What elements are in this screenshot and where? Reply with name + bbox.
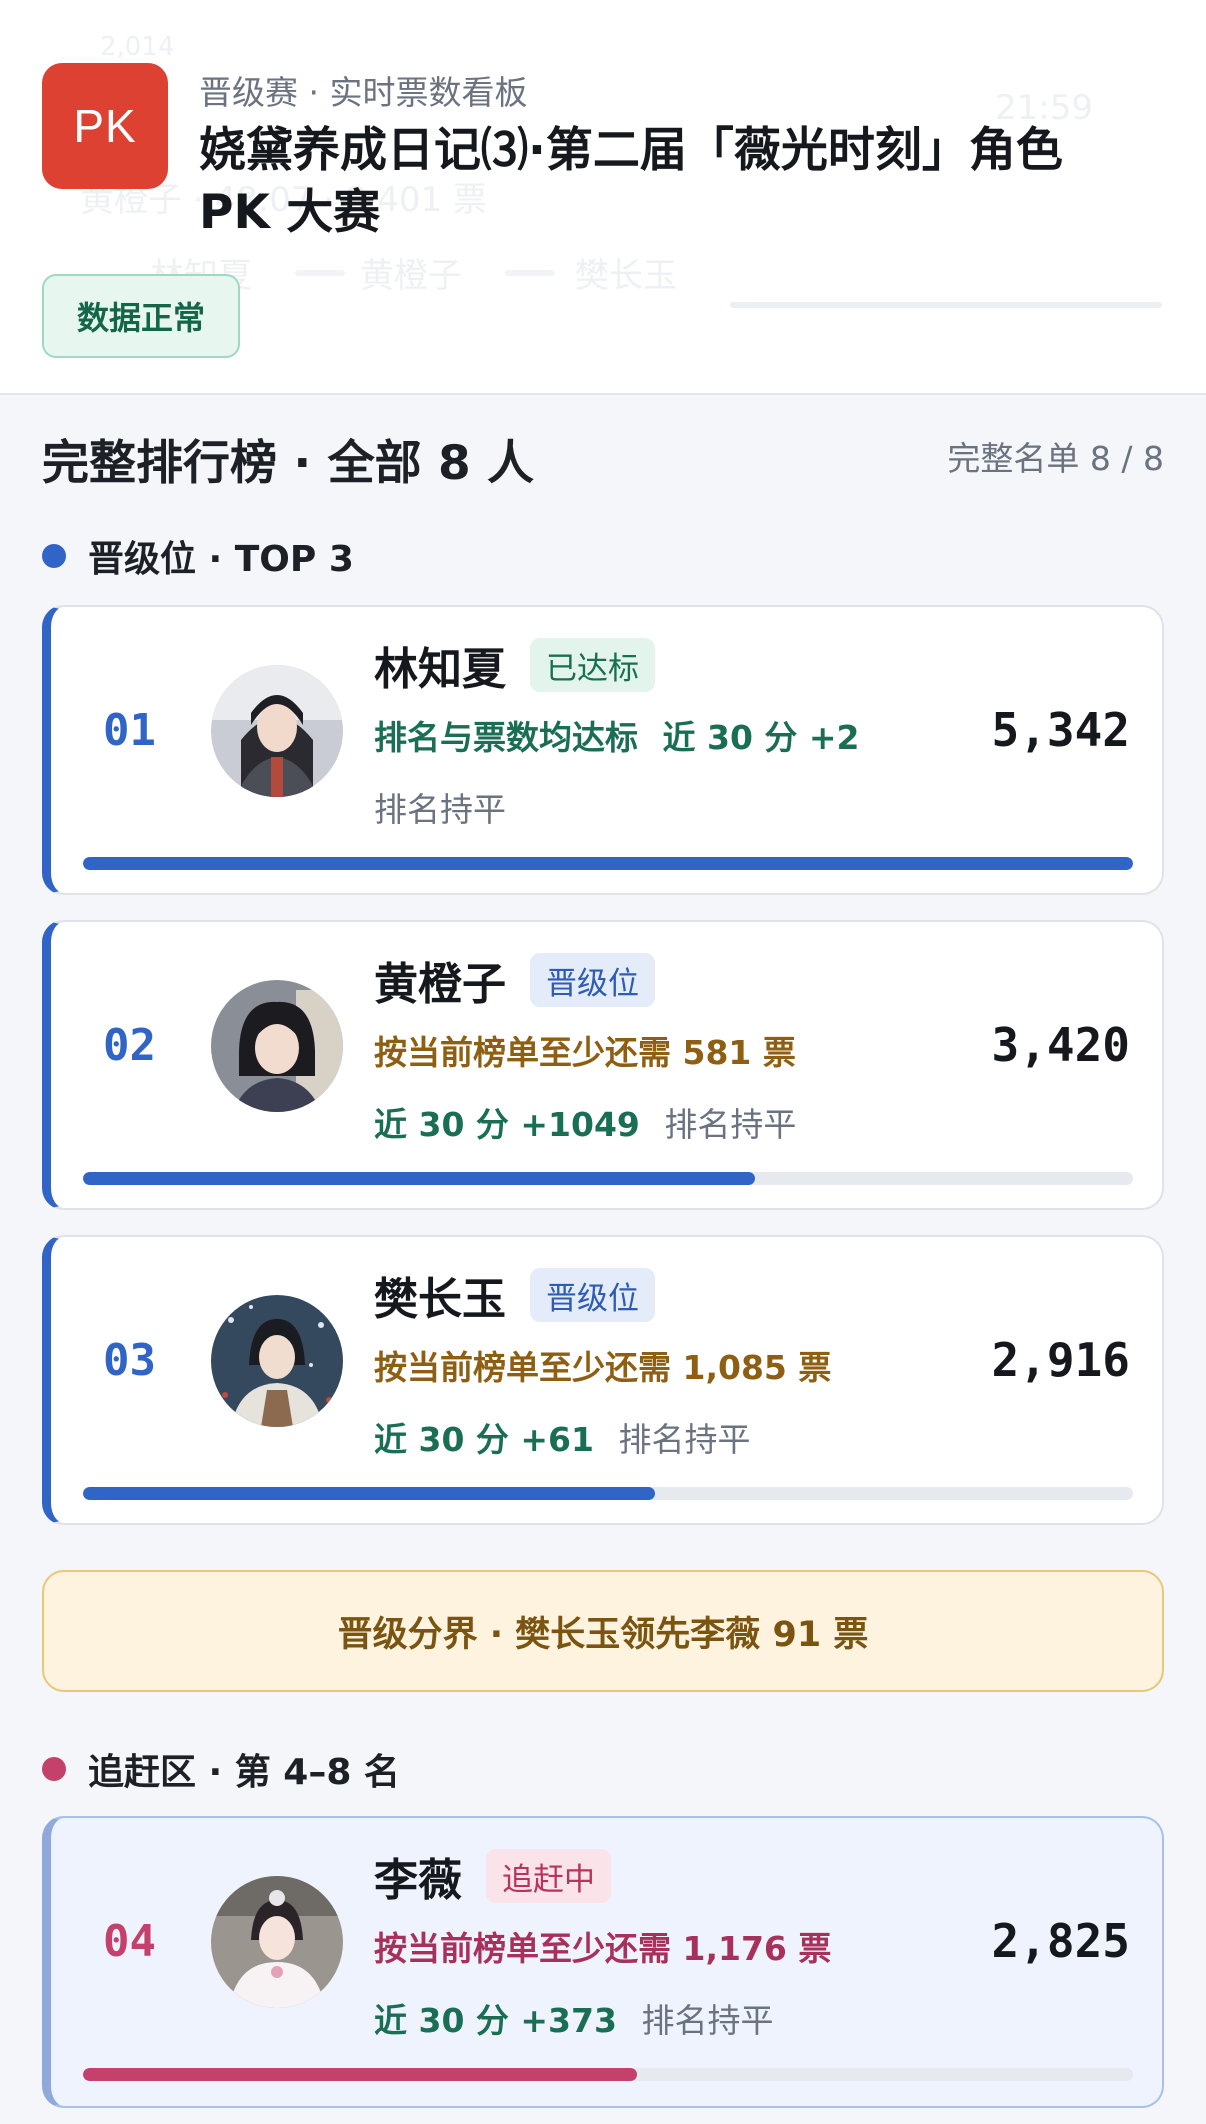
vote-count: 2,825 [991,1914,1130,1968]
rank-trend: 排名持平 [618,1420,751,1459]
vote-count: 2,916 [991,1333,1130,1387]
avatar [211,980,343,1112]
rank-number: 03 [103,1335,156,1386]
status-tag: 已达标 [530,638,655,692]
status-badge: 数据正常 [42,274,240,358]
rank-trend: 排名持平 [641,2001,774,2040]
name-row: 黄橙子 晋级位 [374,948,655,1012]
status-tag: 追赶中 [486,1849,611,1903]
vote-progress-fill [83,1172,755,1185]
app-logo: PK [42,63,168,189]
ghost-year: 2,014 [100,32,175,62]
rank-card-1[interactable]: 01 林知夏 已达标 排名与票数均达标 近 30 分 +2 排名持平 5,342 [42,605,1164,895]
page-header: 2,014 21:59 黄橙子 · 48:07 · 8,401 票 林知夏 黄橙… [0,0,1206,395]
avatar [211,1295,343,1427]
vote-count: 3,420 [991,1018,1130,1072]
vote-progress-fill [83,857,1133,870]
votes-needed: 按当前榜单至少还需 581 票 [374,1033,796,1072]
candidate-name: 李薇 [374,1855,462,1906]
recent-change: 近 30 分 +61 [374,1420,594,1459]
group-label: 晋级位 · TOP 3 [88,539,354,580]
vote-progress-bar [83,1487,1133,1500]
recent-row: 近 30 分 +1049 排名持平 [374,1098,796,1146]
recent-change: 近 30 分 +2 [662,718,860,757]
ghost-progress [730,302,1162,308]
votes-needed: 按当前榜单至少还需 1,085 票 [374,1348,832,1387]
vote-count: 5,342 [991,703,1130,757]
ghost-legend-3: 樊长玉 [575,256,677,296]
rank-number: 02 [103,1020,156,1071]
rank-trend: 排名持平 [664,1105,797,1144]
candidate-name: 樊长玉 [374,1274,506,1325]
vote-progress-fill [83,1487,656,1500]
ghost-legend-swatch [505,270,555,276]
avatar [211,665,343,797]
votes-needed: 按当前榜单至少还需 1,176 票 [374,1929,832,1968]
name-row: 李薇 追赶中 [374,1844,611,1908]
avatar [211,1876,343,2008]
ghost-legend-swatch [295,270,345,276]
candidate-name: 黄橙子 [374,959,506,1010]
rank-number: 04 [103,1916,156,1967]
progress-note: 排名与票数均达标 近 30 分 +2 [374,711,860,759]
ghost-legend-2: 黄橙子 [360,256,462,296]
recent-row: 近 30 分 +61 排名持平 [374,1413,750,1461]
recent-row: 近 30 分 +373 排名持平 [374,1994,773,2042]
dot-icon [42,544,66,568]
vote-progress-bar [83,2068,1133,2081]
status-tag: 晋级位 [530,1268,655,1322]
group-label: 追赶区 · 第 4–8 名 [88,1752,400,1793]
vote-progress-bar [83,857,1133,870]
name-row: 樊长玉 晋级位 [374,1263,655,1327]
recent-change: 近 30 分 +1049 [374,1105,640,1144]
dot-icon [42,1757,66,1781]
status-tag: 晋级位 [530,953,655,1007]
rank-trend: 排名持平 [374,790,506,829]
vote-progress-bar [83,1172,1133,1185]
group-head-chase: 追赶区 · 第 4–8 名 [42,1743,400,1795]
page-subtitle: 晋级赛 · 实时票数看板 [199,73,528,112]
rank-number: 01 [103,705,156,756]
rank-card-3[interactable]: 03 樊长玉 晋级位 按当前榜单至少还需 1,085 票 近 30 分 +61 … [42,1235,1164,1525]
rank-card-4[interactable]: 04 李薇 追赶中 按当前榜单至少还需 1,176 票 近 30 分 +373 … [42,1816,1164,2108]
status-text: 排名与票数均达标 [374,718,638,757]
advancement-boundary: 晋级分界 · 樊长玉领先李薇 91 票 [42,1570,1164,1692]
ranking-count: 完整名单 8 / 8 [947,439,1164,478]
vote-progress-fill [83,2068,638,2081]
candidate-name: 林知夏 [374,644,506,695]
group-head-top: 晋级位 · TOP 3 [42,530,354,582]
recent-change: 近 30 分 +373 [374,2001,617,2040]
name-row: 林知夏 已达标 [374,633,655,697]
page-title: 娆黛养成日记⑶·第二届「薇光时刻」角色 PK 大赛 [199,123,1063,240]
ranking-title: 完整排行榜 · 全部 8 人 [42,436,535,491]
rank-card-2[interactable]: 02 黄橙子 晋级位 按当前榜单至少还需 581 票 近 30 分 +1049 … [42,920,1164,1210]
